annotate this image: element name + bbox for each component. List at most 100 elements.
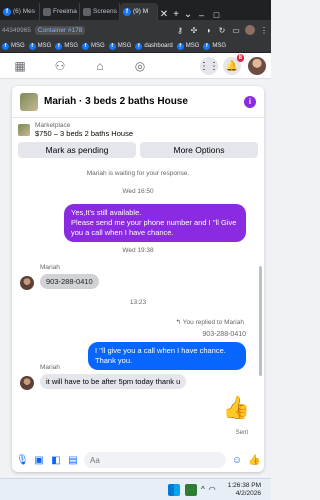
container-badge[interactable]: Container #178 [34,25,86,35]
mark-as-pending-button[interactable]: Mark as pending [18,142,136,158]
browser-tab-active[interactable]: f (9) M [120,3,158,20]
page-icon [83,7,91,16]
info-icon[interactable]: i [244,95,256,108]
url-text[interactable]: 44349965 [2,27,31,34]
app-icon[interactable] [185,483,197,496]
bookmark[interactable]: f MSG [203,42,227,50]
tab-label: Freeima [53,8,77,15]
menu-icon[interactable]: ⋮ [259,26,269,35]
sent-status: Sent [235,430,248,436]
bookmark-label: MSG [212,43,227,49]
system-clock[interactable]: 1:26:38 PM 4/2/2026 [228,482,261,498]
facebook-icon: f [28,42,36,50]
message-bubble-incoming[interactable]: it will have to be after 5pm today thank… [40,374,187,389]
message-bubble-outgoing[interactable]: Yes,It's still available. Please send me… [64,204,246,242]
windows-start-icon[interactable] [168,483,180,496]
listing-actions: Mark as pending More Options [12,142,264,162]
timestamp: Wed 16:50 [122,188,154,195]
clock-time: 1:26:38 PM [227,481,261,489]
page-icon [43,7,51,16]
chat-title[interactable]: Mariah · 3 beds 2 baths House [44,96,244,107]
bookmark-label: MSG [185,43,200,49]
emoji-icon[interactable]: ☺ [231,455,243,466]
more-options-button[interactable]: More Options [140,142,258,158]
message-input[interactable] [84,452,226,468]
facebook-icon: f [123,7,131,16]
chevron-down-icon[interactable]: ⌄ [182,9,194,20]
key-icon[interactable]: ⚷ [175,26,185,35]
bookmark[interactable]: f MSG [82,42,105,50]
facebook-icon: f [135,42,143,50]
chat-panel: Mariah · 3 beds 2 baths House i Marketpl… [12,86,264,472]
bookmark[interactable]: f MSG [28,42,52,50]
profile-avatar[interactable] [245,25,255,35]
message-bubble-outgoing[interactable]: I ''ll give you a call when I have chanc… [88,342,246,370]
friends-icon[interactable]: ⚇ [40,59,80,73]
calendar-icon[interactable]: ▦ [0,59,40,73]
bookmark[interactable]: f dashboard [135,42,173,50]
minimize-icon[interactable]: – [194,10,209,20]
marketplace-label: Marketplace [35,122,71,129]
reply-icon: ↰ [175,319,183,326]
sender-avatar[interactable] [20,276,34,290]
account-avatar[interactable] [248,57,266,75]
bookmark-label: MSG [11,43,25,49]
bookmark-label: MSG [64,43,79,49]
reply-notice-text: You replied to Mariah [182,319,244,326]
facebook-icon: f [3,7,11,16]
listing-thumbnail[interactable] [20,92,38,111]
puzzle-icon[interactable]: ✣ [189,26,199,35]
facebook-icon: f [176,42,184,50]
facebook-icon: f [2,42,9,50]
message-bubble-incoming[interactable]: 903-288-0410 [40,274,99,289]
browser-tab-1[interactable]: f (6) Mes [0,3,40,20]
sender-avatar[interactable] [20,376,34,390]
like-icon[interactable]: 👍 [248,455,260,466]
close-icon[interactable]: ✕ [158,9,170,20]
bell-icon: 🔔 [225,60,239,72]
browser-tab-strip: f (6) Mes Freeima Screens f (9) M ✕ + ⌄ … [0,0,271,20]
image-icon[interactable]: ▣ [33,455,45,466]
facebook-icon: f [108,42,116,50]
marketplace-listing[interactable]: Marketplace $750 – 3 beds 2 baths House [12,118,264,142]
listing-thumbnail [18,124,30,136]
notifications-button[interactable]: 🔔 8 [223,54,244,75]
chat-header: Mariah · 3 beds 2 baths House i [12,86,264,118]
microphone-icon[interactable]: 🎙 [16,455,29,466]
facebook-icon: f [55,42,63,50]
bookmark[interactable]: f MSG [55,42,79,50]
quoted-message[interactable]: 903-288-0410 [202,331,246,338]
thumbs-up-icon[interactable]: 👍 [223,395,250,421]
waiting-notice: Mariah is waiting for your response. [86,170,190,177]
wifi-icon[interactable]: ◠ [209,485,216,494]
bookmark[interactable]: f MSG [108,42,131,50]
timestamp: 13:23 [129,299,147,306]
sender-name: Mariah [40,264,60,271]
marketplace-icon[interactable]: ⌂ [80,59,120,73]
gif-icon[interactable]: ▤ [67,455,79,466]
scrollbar[interactable] [259,266,262,376]
cast-icon[interactable]: ▭ [231,26,241,35]
chevron-up-icon[interactable]: ^ [201,485,205,494]
notification-count: 8 [236,54,244,62]
groups-icon[interactable]: ◎ [120,59,160,73]
bookmark[interactable]: f MSG [176,42,200,50]
browser-tab-2[interactable]: Freeima [40,3,80,20]
maximize-icon[interactable]: □ [209,10,224,20]
new-tab-button[interactable]: + [170,9,182,20]
address-bar[interactable]: 44349965 Container #178 ⚷ ✣ ◑ ↻ ▭ ⋮ [0,20,271,40]
browser-tab-3[interactable]: Screens [80,3,120,20]
tab-label: Screens [93,8,117,15]
menu-grid-icon[interactable]: ⋮⋮ [199,57,219,75]
tab-label: (9) M [133,8,149,15]
sync-icon[interactable]: ↻ [217,26,227,35]
clock-date: 4/2/2026 [235,489,261,497]
bookmarks-bar: f MSG f MSG f MSG f MSG f MSG f dashboard f MSG… [0,40,271,53]
bookmark-label: MSG [37,43,52,49]
message-composer: 🎙 ▣ ◧ ▤ ☺ 👍 [12,448,264,472]
timestamp: Wed 19:38 [122,247,154,254]
extension-icon[interactable]: ◑ [203,26,213,35]
sticker-icon[interactable]: ◧ [50,455,62,466]
bookmark-label: dashboard [144,43,173,49]
bookmark[interactable]: f MSG [2,42,25,50]
